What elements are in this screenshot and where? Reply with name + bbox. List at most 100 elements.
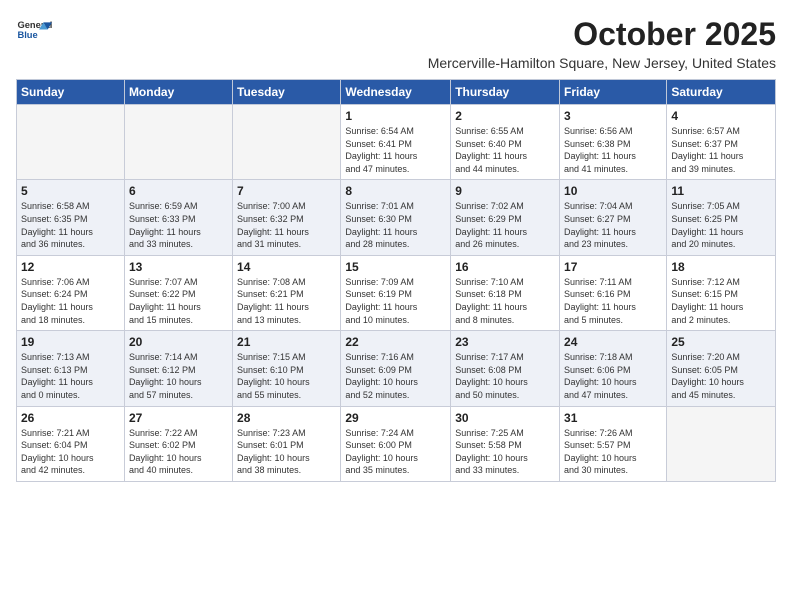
calendar-cell: 6 Sunrise: 6:59 AM Sunset: 6:33 PM Daylig… (124, 180, 232, 255)
calendar-cell: 9 Sunrise: 7:02 AM Sunset: 6:29 PM Daylig… (451, 180, 560, 255)
day-number: 31 (564, 411, 662, 425)
header-tuesday: Tuesday (233, 80, 341, 105)
calendar-cell: 7Sunrise: 7:00 AM Sunset: 6:32 PM Daylig… (233, 180, 341, 255)
calendar-week-row: 26 Sunrise: 7:21 AM Sunset: 6:04 PM Dayli… (17, 406, 776, 481)
calendar-cell: 21 Sunrise: 7:15 AM Sunset: 6:10 PM Dayli… (233, 331, 341, 406)
day-number: 24 (564, 335, 662, 349)
day-info: Sunrise: 7:14 AM Sunset: 6:12 PM Dayligh… (129, 351, 228, 401)
day-info: Sunrise: 7:05 AM Sunset: 6:25 PM Dayligh… (671, 200, 771, 250)
title-block: October 2025 Mercerville-Hamilton Square… (428, 16, 776, 71)
calendar-cell: 2Sunrise: 6:55 AM Sunset: 6:40 PM Daylig… (451, 105, 560, 180)
calendar-cell: 16 Sunrise: 7:10 AM Sunset: 6:18 PM Dayli… (451, 255, 560, 330)
header-saturday: Saturday (667, 80, 776, 105)
calendar-cell: 4Sunrise: 6:57 AM Sunset: 6:37 PM Daylig… (667, 105, 776, 180)
calendar-table: Sunday Monday Tuesday Wednesday Thursday… (16, 79, 776, 482)
day-info: Sunrise: 7:23 AM Sunset: 6:01 PM Dayligh… (237, 427, 336, 477)
day-number: 22 (345, 335, 446, 349)
svg-text:Blue: Blue (17, 30, 37, 40)
day-number: 23 (455, 335, 555, 349)
day-info: Sunrise: 7:11 AM Sunset: 6:16 PM Dayligh… (564, 276, 662, 326)
day-info: Sunrise: 6:59 AM Sunset: 6:33 PM Dayligh… (129, 200, 228, 250)
calendar-week-row: 1 Sunrise: 6:54 AM Sunset: 6:41 PM Daylig… (17, 105, 776, 180)
calendar-cell (667, 406, 776, 481)
header-thursday: Thursday (451, 80, 560, 105)
day-info: Sunrise: 7:17 AM Sunset: 6:08 PM Dayligh… (455, 351, 555, 401)
day-info: Sunrise: 6:54 AM Sunset: 6:41 PM Dayligh… (345, 125, 446, 175)
calendar-cell: 30 Sunrise: 7:25 AM Sunset: 5:58 PM Dayli… (451, 406, 560, 481)
day-number: 9 (455, 184, 555, 198)
day-number: 30 (455, 411, 555, 425)
day-info: Sunrise: 7:00 AM Sunset: 6:32 PM Dayligh… (237, 200, 336, 250)
calendar-cell: 3Sunrise: 6:56 AM Sunset: 6:38 PM Daylig… (560, 105, 667, 180)
day-info: Sunrise: 6:55 AM Sunset: 6:40 PM Dayligh… (455, 125, 555, 175)
day-number: 21 (237, 335, 336, 349)
day-number: 25 (671, 335, 771, 349)
location-title: Mercerville-Hamilton Square, New Jersey,… (428, 55, 776, 71)
month-title: October 2025 (428, 16, 776, 53)
calendar-cell: 20 Sunrise: 7:14 AM Sunset: 6:12 PM Dayli… (124, 331, 232, 406)
calendar-week-row: 12Sunrise: 7:06 AM Sunset: 6:24 PM Dayli… (17, 255, 776, 330)
day-number: 5 (21, 184, 120, 198)
calendar-cell: 19 Sunrise: 7:13 AM Sunset: 6:13 PM Dayli… (17, 331, 125, 406)
calendar-header-row: Sunday Monday Tuesday Wednesday Thursday… (17, 80, 776, 105)
day-number: 17 (564, 260, 662, 274)
calendar-cell (17, 105, 125, 180)
day-number: 18 (671, 260, 771, 274)
calendar-cell: 25 Sunrise: 7:20 AM Sunset: 6:05 PM Dayli… (667, 331, 776, 406)
calendar-cell: 24 Sunrise: 7:18 AM Sunset: 6:06 PM Dayli… (560, 331, 667, 406)
calendar-cell: 29 Sunrise: 7:24 AM Sunset: 6:00 PM Dayli… (341, 406, 451, 481)
day-number: 1 (345, 109, 446, 123)
day-info: Sunrise: 7:12 AM Sunset: 6:15 PM Dayligh… (671, 276, 771, 326)
day-info: Sunrise: 7:26 AM Sunset: 5:57 PM Dayligh… (564, 427, 662, 477)
calendar-week-row: 5 Sunrise: 6:58 AM Sunset: 6:35 PM Daylig… (17, 180, 776, 255)
calendar-cell: 10 Sunrise: 7:04 AM Sunset: 6:27 PM Dayli… (560, 180, 667, 255)
day-number: 10 (564, 184, 662, 198)
day-number: 11 (671, 184, 771, 198)
day-info: Sunrise: 7:02 AM Sunset: 6:29 PM Dayligh… (455, 200, 555, 250)
calendar-cell: 1 Sunrise: 6:54 AM Sunset: 6:41 PM Daylig… (341, 105, 451, 180)
day-number: 26 (21, 411, 120, 425)
page-header: General Blue October 2025 Mercerville-Ha… (16, 16, 776, 71)
logo: General Blue (16, 16, 52, 46)
day-number: 27 (129, 411, 228, 425)
day-info: Sunrise: 7:18 AM Sunset: 6:06 PM Dayligh… (564, 351, 662, 401)
day-number: 6 (129, 184, 228, 198)
day-info: Sunrise: 7:22 AM Sunset: 6:02 PM Dayligh… (129, 427, 228, 477)
calendar-week-row: 19 Sunrise: 7:13 AM Sunset: 6:13 PM Dayli… (17, 331, 776, 406)
calendar-cell: 14 Sunrise: 7:08 AM Sunset: 6:21 PM Dayli… (233, 255, 341, 330)
calendar-cell: 28 Sunrise: 7:23 AM Sunset: 6:01 PM Dayli… (233, 406, 341, 481)
day-info: Sunrise: 7:15 AM Sunset: 6:10 PM Dayligh… (237, 351, 336, 401)
day-info: Sunrise: 7:25 AM Sunset: 5:58 PM Dayligh… (455, 427, 555, 477)
day-info: Sunrise: 7:21 AM Sunset: 6:04 PM Dayligh… (21, 427, 120, 477)
calendar-cell: 17 Sunrise: 7:11 AM Sunset: 6:16 PM Dayli… (560, 255, 667, 330)
day-number: 4 (671, 109, 771, 123)
day-info: Sunrise: 7:13 AM Sunset: 6:13 PM Dayligh… (21, 351, 120, 401)
day-info: Sunrise: 7:24 AM Sunset: 6:00 PM Dayligh… (345, 427, 446, 477)
day-number: 14 (237, 260, 336, 274)
calendar-cell: 12Sunrise: 7:06 AM Sunset: 6:24 PM Dayli… (17, 255, 125, 330)
day-info: Sunrise: 7:10 AM Sunset: 6:18 PM Dayligh… (455, 276, 555, 326)
day-number: 20 (129, 335, 228, 349)
header-monday: Monday (124, 80, 232, 105)
calendar-cell: 27 Sunrise: 7:22 AM Sunset: 6:02 PM Dayli… (124, 406, 232, 481)
day-number: 29 (345, 411, 446, 425)
header-sunday: Sunday (17, 80, 125, 105)
day-number: 12 (21, 260, 120, 274)
day-number: 8 (345, 184, 446, 198)
day-number: 15 (345, 260, 446, 274)
day-number: 28 (237, 411, 336, 425)
calendar-cell: 18 Sunrise: 7:12 AM Sunset: 6:15 PM Dayli… (667, 255, 776, 330)
day-info: Sunrise: 7:01 AM Sunset: 6:30 PM Dayligh… (345, 200, 446, 250)
header-friday: Friday (560, 80, 667, 105)
calendar-cell: 31 Sunrise: 7:26 AM Sunset: 5:57 PM Dayli… (560, 406, 667, 481)
day-info: Sunrise: 7:20 AM Sunset: 6:05 PM Dayligh… (671, 351, 771, 401)
day-number: 19 (21, 335, 120, 349)
day-number: 16 (455, 260, 555, 274)
header-wednesday: Wednesday (341, 80, 451, 105)
calendar-cell (124, 105, 232, 180)
day-info: Sunrise: 7:04 AM Sunset: 6:27 PM Dayligh… (564, 200, 662, 250)
day-info: Sunrise: 6:58 AM Sunset: 6:35 PM Dayligh… (21, 200, 120, 250)
calendar-cell: 22Sunrise: 7:16 AM Sunset: 6:09 PM Dayli… (341, 331, 451, 406)
day-info: Sunrise: 7:08 AM Sunset: 6:21 PM Dayligh… (237, 276, 336, 326)
calendar-cell: 5 Sunrise: 6:58 AM Sunset: 6:35 PM Daylig… (17, 180, 125, 255)
